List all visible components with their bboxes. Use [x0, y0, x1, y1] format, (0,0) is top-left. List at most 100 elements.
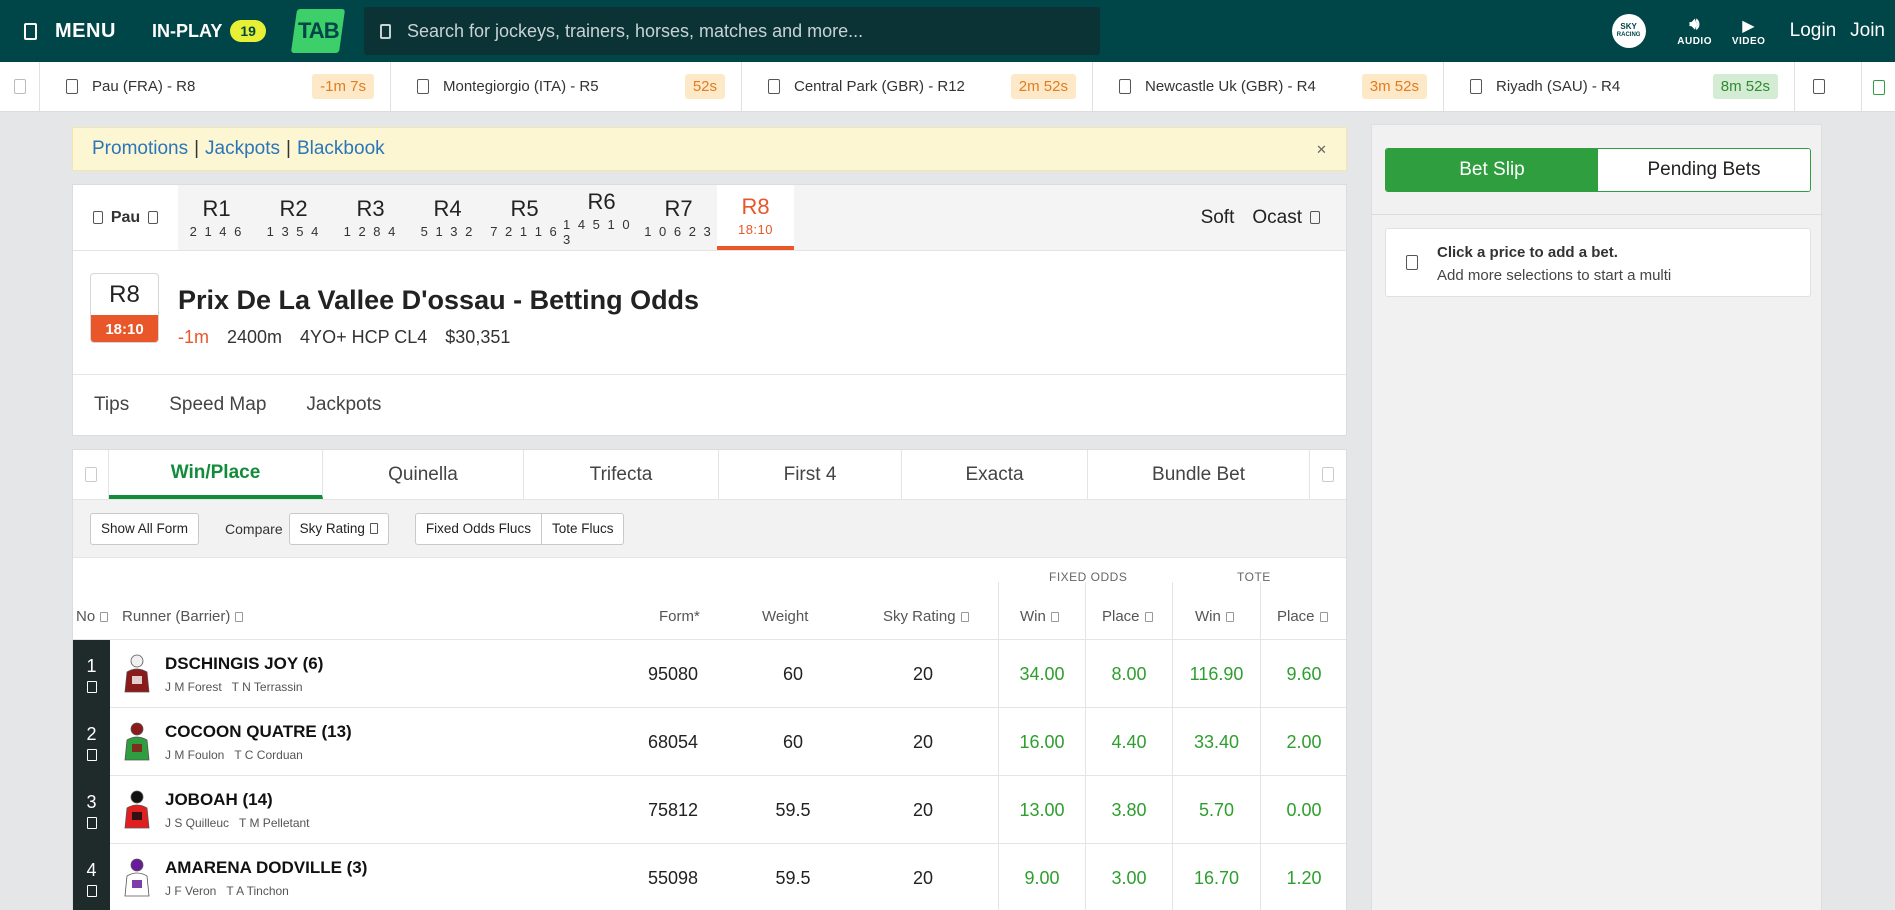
- tab-first-4[interactable]: First 4: [719, 450, 902, 499]
- table-header: FIXED ODDS TOTE No Runner (Barrier) Form…: [73, 558, 1346, 640]
- ticker-item[interactable]: Pau (FRA) - R8 -1m 7s: [40, 62, 391, 111]
- weather-selector[interactable]: Ocast: [1252, 207, 1320, 229]
- tote-place-price[interactable]: 2.00: [1260, 708, 1347, 776]
- tab-speed-map[interactable]: Speed Map: [169, 394, 266, 416]
- runner-name[interactable]: JOBOAH (14): [165, 790, 273, 810]
- runner-name[interactable]: DSCHINGIS JOY (6): [165, 654, 323, 674]
- cloud-icon: [1310, 211, 1320, 224]
- bet-slip-empty-hint: Click a price to add a bet. Add more sel…: [1385, 228, 1811, 297]
- ticker-item[interactable]: Central Park (GBR) - R12 2m 52s: [742, 62, 1093, 111]
- col-runner[interactable]: Runner (Barrier): [122, 608, 244, 625]
- promotions-link[interactable]: Promotions: [92, 138, 188, 160]
- tote-win-price[interactable]: 16.70: [1172, 844, 1260, 910]
- col-weight: Weight: [762, 608, 808, 625]
- bet-slip-panel: Bet Slip Pending Bets Click a price to a…: [1371, 124, 1823, 910]
- tab-jackpots[interactable]: Jackpots: [306, 394, 381, 416]
- col-tote-win-label: Win: [1195, 608, 1221, 625]
- tote-win-price[interactable]: 116.90: [1172, 640, 1260, 708]
- col-fixed-win[interactable]: Win: [1020, 608, 1059, 625]
- blackbook-icon[interactable]: [86, 884, 97, 897]
- ticker-item[interactable]: Riyadh (SAU) - R4 8m 52s: [1444, 62, 1795, 111]
- tote-place-price[interactable]: 0.00: [1260, 776, 1347, 844]
- blackbook-icon[interactable]: [86, 816, 97, 829]
- fixed-place-price[interactable]: 4.40: [1085, 708, 1172, 776]
- tote-place-price[interactable]: 1.20: [1260, 844, 1347, 910]
- race-tab-r4[interactable]: R4 5 1 3 2: [409, 185, 486, 250]
- col-tote-win[interactable]: Win: [1195, 608, 1234, 625]
- col-tote-place[interactable]: Place: [1277, 608, 1328, 625]
- race-tab-label: R2: [279, 196, 308, 221]
- fixed-place-price[interactable]: 3.80: [1085, 776, 1172, 844]
- tab-tips[interactable]: Tips: [94, 394, 129, 416]
- runner-name[interactable]: COCOON QUATRE (13): [165, 722, 352, 742]
- sort-icon: [960, 611, 969, 622]
- race-tab-r8[interactable]: R8 18:10: [717, 185, 794, 250]
- ticker-race-label: Newcastle Uk (GBR) - R4: [1145, 78, 1316, 95]
- join-link[interactable]: Join: [1850, 20, 1885, 42]
- bet-type-tabs: Win/Place Quinella Trifecta First 4 Exac…: [73, 450, 1346, 500]
- race-tab-r3[interactable]: R3 1 2 8 4: [332, 185, 409, 250]
- fixed-win-price[interactable]: 34.00: [998, 640, 1085, 708]
- compare-select[interactable]: Sky Rating: [288, 512, 389, 545]
- runner-weight: 60: [782, 664, 804, 684]
- blackbook-icon[interactable]: [86, 680, 97, 693]
- tab-trifecta[interactable]: Trifecta: [524, 450, 719, 499]
- tab-exacta[interactable]: Exacta: [902, 450, 1088, 499]
- jackpots-link[interactable]: Jackpots: [205, 138, 280, 160]
- tab-quinella[interactable]: Quinella: [323, 450, 524, 499]
- col-no[interactable]: No: [76, 608, 109, 625]
- show-all-form-button[interactable]: Show All Form: [90, 512, 200, 545]
- fixed-odds-flucs-button[interactable]: Fixed Odds Flucs: [414, 512, 542, 545]
- sky-racing-logo[interactable]: SKY RACING: [1611, 14, 1646, 48]
- tab-pending-bets[interactable]: Pending Bets: [1598, 149, 1810, 191]
- fixed-win-price[interactable]: 16.00: [998, 708, 1085, 776]
- blackbook-icon[interactable]: [86, 748, 97, 761]
- fixed-place-price[interactable]: 8.00: [1085, 640, 1172, 708]
- video-button[interactable]: ▶ VIDEO: [1722, 16, 1776, 47]
- track-info: Soft Ocast: [1201, 185, 1346, 250]
- jockey-silk-icon: [124, 722, 150, 761]
- fixed-place-price[interactable]: 3.00: [1085, 844, 1172, 910]
- tote-place-price[interactable]: 9.60: [1260, 640, 1347, 708]
- fixed-win-price[interactable]: 9.00: [998, 844, 1085, 910]
- tote-win-price[interactable]: 5.70: [1172, 776, 1260, 844]
- search-bar[interactable]: [363, 7, 1100, 55]
- col-fixed-place[interactable]: Place: [1102, 608, 1153, 625]
- race-tab-r7[interactable]: R7 1 0 6 2 3: [640, 185, 717, 250]
- tab-win-place[interactable]: Win/Place: [109, 450, 323, 499]
- ticker-item[interactable]: Montegiorgio (ITA) - R5 52s: [391, 62, 742, 111]
- close-icon[interactable]: ✕: [1316, 143, 1330, 157]
- race-tab-r2[interactable]: R2 1 3 5 4: [255, 185, 332, 250]
- audio-button[interactable]: 🔊︎ AUDIO: [1668, 16, 1722, 47]
- runner-name[interactable]: AMARENA DODVILLE (3): [165, 858, 367, 878]
- tab-bet-slip[interactable]: Bet Slip: [1386, 149, 1598, 191]
- fixed-win-price[interactable]: 13.00: [998, 776, 1085, 844]
- tab-bundle-bet[interactable]: Bundle Bet: [1088, 450, 1310, 499]
- tab-logo[interactable]: TAB: [290, 9, 346, 53]
- race-tab-r5[interactable]: R5 7 2 1 1 6: [486, 185, 563, 250]
- col-rating[interactable]: Sky Rating: [883, 608, 969, 625]
- ticker-prev-button[interactable]: [0, 62, 40, 111]
- race-tab-r6[interactable]: R6 1 4 5 1 0 3: [563, 185, 640, 250]
- ticker-item[interactable]: Newcastle Uk (GBR) - R4 3m 52s: [1093, 62, 1444, 111]
- bet-types-prev-button[interactable]: [73, 450, 109, 499]
- ticker-next-button[interactable]: [1861, 62, 1895, 111]
- inplay-link[interactable]: IN-PLAY 19: [152, 20, 266, 42]
- menu-button[interactable]: MENU: [0, 0, 140, 62]
- search-icon: [379, 23, 391, 39]
- bet-slip-tabs: Bet Slip Pending Bets: [1385, 148, 1811, 192]
- sort-icon: [1225, 611, 1234, 622]
- bet-types-next-button[interactable]: [1310, 450, 1346, 499]
- race-tab-r1[interactable]: R1 2 1 4 6: [178, 185, 255, 250]
- venue-selector[interactable]: Pau: [73, 185, 178, 250]
- menu-label: MENU: [55, 19, 116, 42]
- tote-win-price[interactable]: 33.40: [1172, 708, 1260, 776]
- blackbook-link[interactable]: Blackbook: [297, 138, 385, 160]
- tote-flucs-button[interactable]: Tote Flucs: [541, 512, 625, 545]
- search-input[interactable]: [406, 20, 1067, 42]
- runner-form: 75812: [647, 800, 699, 820]
- login-link[interactable]: Login: [1790, 20, 1837, 42]
- compare-value: Sky Rating: [299, 521, 365, 536]
- col-form: Form*: [659, 608, 700, 625]
- ticker-race-time: -1m 7s: [312, 74, 374, 99]
